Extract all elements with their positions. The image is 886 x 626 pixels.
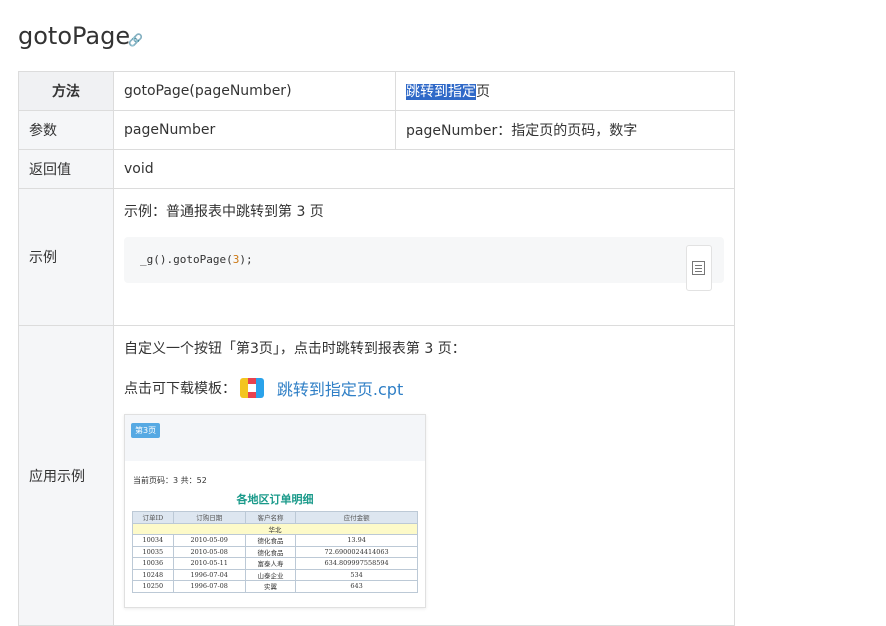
preview-cell: 643 [295,580,418,593]
table-row-params: 参数 pageNumber pageNumber：指定页的页码，数字 [18,110,735,150]
page-title: gotoPage [18,22,131,50]
link-icon[interactable]: 🔗 [128,33,143,47]
table-row-returns: 返回值 void [18,149,735,189]
usage-cell: 自定义一个按钮「第3页」，点击时跳转到报表第 3 页： 点击可下载模板： 跳转到… [113,325,735,626]
download-line: 点击可下载模板： 跳转到指定页.cpt [124,376,724,400]
preview-cell: 实翼 [244,580,297,593]
example-cell: 示例：普通报表中跳转到第 3 页 _g().gotoPage(3); [113,188,735,326]
preview-cell: 10250 [132,580,174,593]
preview-header-row: 订单ID 订购日期 客户名称 应付金额 [132,511,418,524]
cpt-file-icon [240,378,265,398]
preview-col: 订购日期 [172,511,246,524]
method-desc: 跳转到指定页 [395,71,735,111]
copy-icon [692,261,705,275]
returns-value: void [113,149,735,189]
preview-table: 订单ID 订购日期 客户名称 应付金额 华北 10034 2010-05-09 德化… [132,511,418,593]
returns-label: 返回值 [18,149,114,189]
desc-rest: 页 [476,84,490,100]
params-name: pageNumber [113,110,396,150]
preview-cell: 13.94 [295,534,418,547]
preview-row: 10036 2010-05-11 富泰人寿 634.809997558594 [132,557,418,570]
preview-cell: 2010-05-09 [172,534,246,547]
preview-group-row: 华北 [132,522,418,535]
preview-cell: 10036 [132,557,174,570]
preview-cell: 德化食品 [244,545,297,558]
preview-row: 10248 1996-07-04 山泰企业 534 [132,568,418,581]
preview-cell: 10035 [132,545,174,558]
usage-label: 应用示例 [18,325,114,626]
preview-toolbar: 第3页 [125,415,425,461]
api-table: 方法 gotoPage(pageNumber) 跳转到指定页 参数 pageNu… [18,71,735,626]
code-text: _g().gotoPage(3); [140,253,253,266]
preview-cell: 1996-07-04 [172,568,246,581]
preview-cell: 2010-05-08 [172,545,246,558]
preview-cell: 634.809997558594 [295,557,418,570]
preview-page3-button: 第3页 [131,423,161,438]
preview-cell: 1996-07-08 [172,580,246,593]
method-label: 方法 [18,71,114,111]
code-block: _g().gotoPage(3); [124,237,724,291]
params-label: 参数 [18,110,114,150]
preview-page-info: 当前页码：3 共：52 [133,476,207,485]
preview-cell: 山泰企业 [244,568,297,581]
example-label: 示例 [18,188,114,326]
preview-col: 订单ID [132,511,174,524]
preview-cell: 72.6900024414063 [295,545,418,558]
preview-row: 10034 2010-05-09 德化食品 13.94 [132,534,418,547]
code-suffix: ); [239,253,253,266]
preview-title: 各地区订单明细 [236,493,314,506]
code-prefix: _g().gotoPage( [140,253,233,266]
table-row-method: 方法 gotoPage(pageNumber) 跳转到指定页 [18,71,735,111]
example-intro: 示例：普通报表中跳转到第 3 页 [124,204,324,220]
preview-group: 华北 [132,522,418,535]
preview-row: 10035 2010-05-08 德化食品 72.6900024414063 [132,545,418,558]
preview-cell: 富泰人寿 [244,557,297,570]
preview-cell: 2010-05-11 [172,557,246,570]
selected-text: 跳转到指定 [406,84,476,100]
table-row-usage: 应用示例 自定义一个按钮「第3页」，点击时跳转到报表第 3 页： 点击可下载模板… [18,325,735,626]
file-link[interactable]: 跳转到指定页.cpt [277,380,403,399]
preview-col: 客户名称 [244,511,297,524]
params-desc: pageNumber：指定页的页码，数字 [395,110,735,150]
preview-cell: 德化食品 [244,534,297,547]
preview-cell: 534 [295,568,418,581]
copy-button[interactable] [686,245,712,291]
usage-intro: 自定义一个按钮「第3页」，点击时跳转到报表第 3 页： [124,341,466,357]
preview-row: 10250 1996-07-08 实翼 643 [132,580,418,593]
preview-cell: 10034 [132,534,174,547]
preview-cell: 10248 [132,568,174,581]
table-row-example: 示例 示例：普通报表中跳转到第 3 页 _g().gotoPage(3); [18,188,735,326]
preview-col: 应付金额 [295,511,418,524]
report-preview-image: 第3页 当前页码：3 共：52 各地区订单明细 订单ID 订购日期 客户名称 应… [124,414,426,608]
download-label: 点击可下载模板： [124,381,236,397]
method-signature: gotoPage(pageNumber) [113,71,396,111]
